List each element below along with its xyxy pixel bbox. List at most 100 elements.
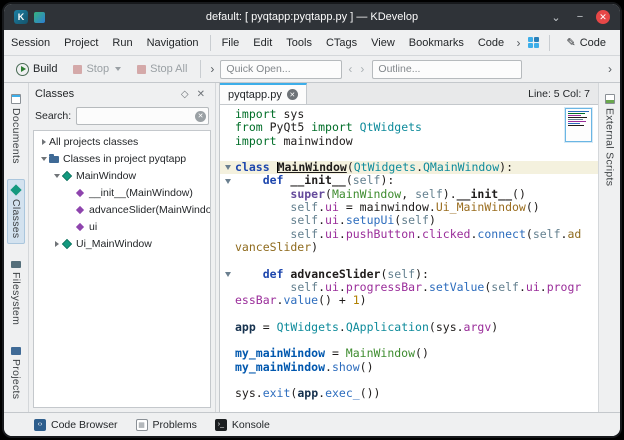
expander-icon[interactable]: [38, 157, 49, 161]
code-line[interactable]: from PyQt5 import QtWidgets: [220, 121, 598, 134]
menu-run[interactable]: Run: [105, 30, 139, 55]
konsole-icon: ›_: [215, 419, 227, 431]
code-line[interactable]: app = QtWidgets.QApplication(sys.argv): [220, 321, 598, 334]
previous-context-button[interactable]: ‹: [346, 62, 354, 76]
code-line[interactable]: my_mainWindow.show(): [220, 361, 598, 374]
code-line[interactable]: essBar.value() + 1): [220, 294, 598, 307]
fold-margin[interactable]: [220, 268, 235, 281]
tree-item-label: ui: [89, 221, 97, 233]
tree-item[interactable]: ui: [34, 218, 210, 235]
clear-search-icon[interactable]: ✕: [195, 111, 206, 122]
tree-item-label: __init__(MainWindow): [89, 187, 193, 199]
stop-all-icon: [137, 65, 146, 74]
outline-input[interactable]: [372, 60, 522, 79]
next-context-button[interactable]: ›: [358, 62, 366, 76]
editor-view[interactable]: import sysfrom PyQt5 import QtWidgetsimp…: [220, 105, 598, 412]
area-switcher-icon[interactable]: [528, 37, 539, 48]
tree-item-label: MainWindow: [76, 170, 136, 182]
menubar: SessionProjectRunNavigation FileEditTools…: [4, 30, 620, 56]
menu-code[interactable]: Code: [471, 30, 511, 55]
code-line[interactable]: [220, 334, 598, 347]
code-line[interactable]: class MainWindow(QtWidgets.QMainWindow):: [220, 161, 598, 174]
stop-dropdown-icon[interactable]: [115, 67, 121, 71]
tab-pyqtapp-py[interactable]: pyqtapp.py ✕: [220, 83, 307, 104]
fold-margin[interactable]: [220, 161, 235, 174]
menu-edit[interactable]: Edit: [246, 30, 279, 55]
dock-tab-external-scripts[interactable]: External Scripts: [602, 89, 618, 191]
menu-ctags[interactable]: CTags: [319, 30, 364, 55]
code-sidebar-toggle[interactable]: ✎ Code: [560, 34, 612, 51]
menu-project[interactable]: Project: [57, 30, 105, 55]
titlebar[interactable]: default: [ pyqtapp:pyqtapp.py ] — KDevel…: [4, 4, 620, 30]
toolbar: Build Stop Stop All › ‹ › ›: [4, 56, 620, 83]
detach-panel-icon[interactable]: ◇: [177, 89, 193, 100]
code-line[interactable]: [220, 307, 598, 320]
fold-marker-icon[interactable]: [225, 165, 231, 170]
expander-icon[interactable]: [51, 174, 62, 178]
tree-item[interactable]: __init__(MainWindow): [34, 184, 210, 201]
toolbar-overflow-chevron-icon[interactable]: ›: [606, 62, 614, 76]
menu-tools[interactable]: Tools: [279, 30, 319, 55]
code-line[interactable]: sys.exit(app.exec_()): [220, 387, 598, 400]
close-button[interactable]: ✕: [596, 10, 610, 24]
code-line[interactable]: def advanceSlider(self):: [220, 268, 598, 281]
tree-item[interactable]: Ui_MainWindow: [34, 235, 210, 252]
stop-button[interactable]: Stop: [67, 61, 127, 77]
menu-bookmarks[interactable]: Bookmarks: [402, 30, 471, 55]
menu-file[interactable]: File: [215, 30, 247, 55]
tree-item-label: Classes in project pyqtapp: [63, 153, 186, 165]
expander-icon[interactable]: [51, 241, 62, 247]
shade-button[interactable]: ⌄: [548, 9, 564, 25]
code-line[interactable]: def __init__(self):: [220, 174, 598, 187]
code-line[interactable]: self.ui.progressBar.setValue(self.ui.pro…: [220, 281, 598, 294]
minimap[interactable]: [565, 108, 592, 142]
code-line[interactable]: import mainwindow: [220, 135, 598, 148]
expander-icon[interactable]: [38, 139, 49, 145]
fold-margin: [220, 361, 235, 374]
minimize-button[interactable]: −: [572, 9, 588, 25]
statusbar-konsole[interactable]: ›_Konsole: [215, 419, 270, 431]
code-line[interactable]: [220, 374, 598, 387]
code-line[interactable]: my_mainWindow = MainWindow(): [220, 347, 598, 360]
filesystem-icon: [11, 261, 21, 268]
code-line[interactable]: import sys: [220, 108, 598, 121]
menu-navigation[interactable]: Navigation: [140, 30, 206, 55]
code-line[interactable]: [220, 254, 598, 267]
problems-icon: ▦: [136, 419, 148, 431]
quick-open-input[interactable]: [220, 60, 342, 79]
code-line[interactable]: self.ui.pushButton.clicked.connect(self.…: [220, 228, 598, 241]
menu-session[interactable]: Session: [4, 30, 57, 55]
code-line[interactable]: [220, 148, 598, 161]
fold-margin[interactable]: [220, 174, 235, 187]
statusbar-code-browser[interactable]: ‹›Code Browser: [34, 419, 118, 431]
menu-separator: [210, 35, 211, 51]
code-line[interactable]: self.ui = mainwindow.Ui_MainWindow(): [220, 201, 598, 214]
dock-tab-projects[interactable]: Projects: [8, 340, 24, 404]
tab-close-icon[interactable]: ✕: [287, 89, 298, 100]
fold-marker-icon[interactable]: [225, 272, 231, 277]
dock-tab-filesystem[interactable]: Filesystem: [8, 254, 24, 330]
code-line[interactable]: self.ui.setupUi(self): [220, 214, 598, 227]
statusbar-problems[interactable]: ▦Problems: [136, 419, 197, 431]
classes-panel: Classes ◇ ✕ Search: ✕ All projects class…: [29, 83, 215, 412]
menu-view[interactable]: View: [364, 30, 402, 55]
build-button[interactable]: Build: [10, 61, 63, 78]
class-search-input[interactable]: [76, 107, 209, 125]
close-panel-icon[interactable]: ✕: [193, 89, 209, 100]
code-line[interactable]: super(MainWindow, self).__init__(): [220, 188, 598, 201]
tree-item[interactable]: Classes in project pyqtapp: [34, 150, 210, 167]
toolbar-extension-chevron-icon[interactable]: ›: [208, 62, 216, 76]
menu-items: SessionProjectRunNavigation FileEditTools…: [4, 30, 511, 55]
fold-marker-icon[interactable]: [225, 179, 231, 184]
classes-icon: [10, 184, 21, 195]
tree-item[interactable]: advanceSlider(MainWindow): [34, 201, 210, 218]
tree-item-label: All projects classes: [49, 136, 138, 148]
search-label: Search:: [35, 110, 71, 122]
tree-item[interactable]: All projects classes: [34, 133, 210, 150]
stop-all-button[interactable]: Stop All: [131, 61, 193, 77]
dock-tab-documents[interactable]: Documents: [8, 89, 24, 169]
tree-item[interactable]: MainWindow: [34, 167, 210, 184]
dock-tab-classes[interactable]: Classes: [7, 179, 25, 244]
code-line[interactable]: vanceSlider): [220, 241, 598, 254]
menu-overflow-chevron-icon[interactable]: ›: [514, 36, 522, 50]
